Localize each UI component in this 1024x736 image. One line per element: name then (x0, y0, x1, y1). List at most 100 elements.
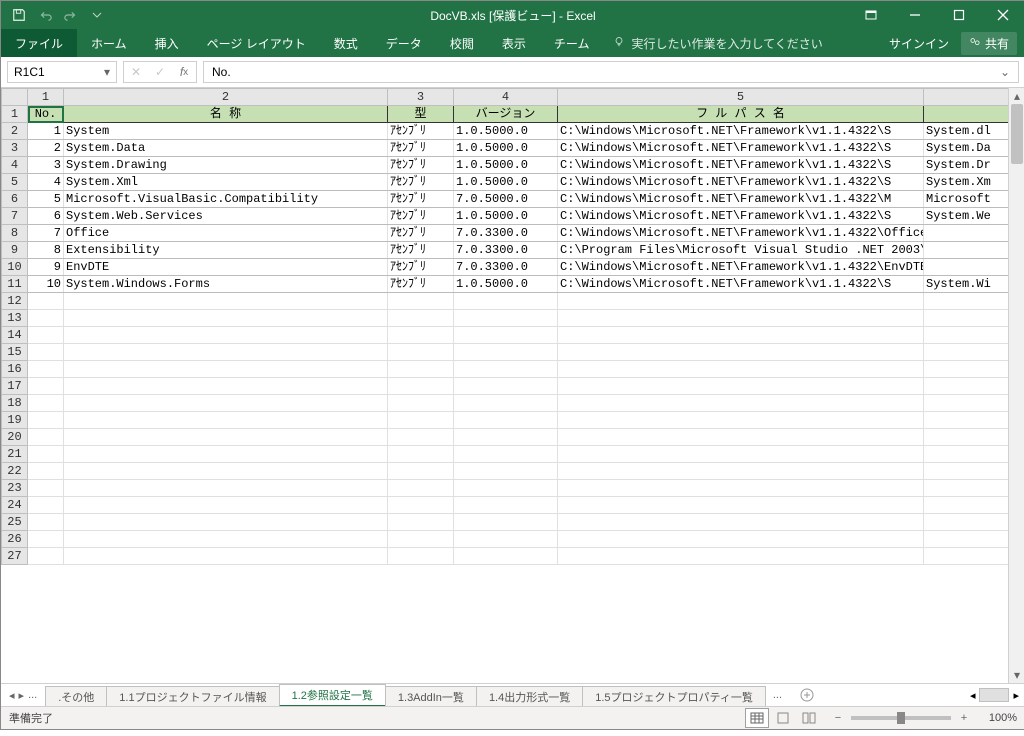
header-cell[interactable]: 型 (388, 106, 454, 123)
column-header[interactable]: 1 (28, 89, 64, 106)
cell[interactable]: 7.0.3300.0 (454, 242, 558, 259)
cell[interactable]: ｱｾﾝﾌﾞﾘ (388, 191, 454, 208)
cell[interactable] (388, 310, 454, 327)
cell[interactable] (454, 463, 558, 480)
cell[interactable]: C:\Windows\Microsoft.NET\Framework\v1.1.… (558, 157, 924, 174)
cell[interactable] (388, 412, 454, 429)
ribbon-tab-1[interactable]: 挿入 (141, 29, 193, 57)
row-header[interactable]: 26 (2, 531, 28, 548)
cell[interactable] (388, 395, 454, 412)
cell[interactable] (388, 446, 454, 463)
page-layout-view-button[interactable] (771, 708, 795, 728)
row-header[interactable]: 3 (2, 140, 28, 157)
row-header[interactable]: 10 (2, 259, 28, 276)
column-header[interactable]: 4 (454, 89, 558, 106)
cell[interactable] (64, 310, 388, 327)
scroll-down-icon[interactable]: ▾ (1009, 667, 1024, 683)
ribbon-tab-3[interactable]: 数式 (320, 29, 372, 57)
tab-ellipsis[interactable]: ... (28, 689, 37, 701)
formula-input[interactable]: No. ⌄ (203, 61, 1019, 83)
cell[interactable] (64, 463, 388, 480)
cell[interactable] (388, 497, 454, 514)
cell[interactable] (64, 361, 388, 378)
vertical-scrollbar[interactable]: ▴ ▾ (1008, 88, 1024, 683)
cell[interactable] (64, 412, 388, 429)
save-button[interactable] (7, 4, 31, 26)
sheet-tab[interactable]: 1.1プロジェクトファイル情報 (106, 686, 279, 706)
cell[interactable] (454, 293, 558, 310)
page-break-view-button[interactable] (797, 708, 821, 728)
scroll-thumb[interactable] (1011, 104, 1023, 164)
cell[interactable]: System.Da (924, 140, 1009, 157)
sign-in-link[interactable]: サインイン (889, 35, 949, 52)
cell[interactable]: 1.0.5000.0 (454, 208, 558, 225)
cell[interactable]: Office (64, 225, 388, 242)
cell[interactable] (558, 429, 924, 446)
cell[interactable]: System (64, 123, 388, 140)
cell[interactable]: 1.0.5000.0 (454, 276, 558, 293)
cell[interactable] (454, 531, 558, 548)
sheet-tab[interactable]: .その他 (45, 686, 107, 706)
cell[interactable]: 1.0.5000.0 (454, 123, 558, 140)
row-header[interactable]: 7 (2, 208, 28, 225)
name-box[interactable]: R1C1 ▾ (7, 61, 117, 83)
cell[interactable] (454, 361, 558, 378)
cell[interactable] (454, 480, 558, 497)
cell[interactable] (924, 242, 1009, 259)
cell[interactable] (454, 344, 558, 361)
cell[interactable] (924, 378, 1009, 395)
hscroll-left-icon[interactable]: ◂ (970, 689, 976, 702)
cell[interactable] (388, 480, 454, 497)
cell[interactable]: ｱｾﾝﾌﾞﾘ (388, 157, 454, 174)
row-header[interactable]: 17 (2, 378, 28, 395)
cell[interactable] (558, 361, 924, 378)
cell[interactable] (924, 463, 1009, 480)
cell[interactable]: System.Windows.Forms (64, 276, 388, 293)
row-header[interactable]: 21 (2, 446, 28, 463)
cell[interactable] (64, 514, 388, 531)
sheet-tab[interactable]: 1.5プロジェクトプロパティ一覧 (582, 686, 766, 706)
cell[interactable] (558, 514, 924, 531)
cell[interactable] (388, 531, 454, 548)
row-header[interactable]: 25 (2, 514, 28, 531)
cell[interactable] (454, 446, 558, 463)
cell[interactable]: ｱｾﾝﾌﾞﾘ (388, 174, 454, 191)
cell[interactable]: ｱｾﾝﾌﾞﾘ (388, 259, 454, 276)
cell[interactable] (388, 378, 454, 395)
cell[interactable] (28, 480, 64, 497)
cell[interactable] (388, 293, 454, 310)
cell[interactable]: System.dl (924, 123, 1009, 140)
cell[interactable]: Microsoft (924, 191, 1009, 208)
cell[interactable]: ｱｾﾝﾌﾞﾘ (388, 208, 454, 225)
cell[interactable] (28, 395, 64, 412)
cell[interactable] (28, 378, 64, 395)
cell[interactable]: C:\Windows\Microsoft.NET\Framework\v1.1.… (558, 276, 924, 293)
cancel-formula-button[interactable]: ✕ (124, 65, 148, 79)
cell[interactable] (924, 531, 1009, 548)
header-cell[interactable]: フ ル パ ス 名 (558, 106, 924, 123)
cell[interactable] (558, 446, 924, 463)
scroll-up-icon[interactable]: ▴ (1009, 88, 1024, 104)
row-header[interactable]: 2 (2, 123, 28, 140)
cell[interactable] (64, 497, 388, 514)
cell[interactable]: C:\Windows\Microsoft.NET\Framework\v1.1.… (558, 191, 924, 208)
ribbon-tab-5[interactable]: 校閲 (436, 29, 488, 57)
minimize-button[interactable] (893, 1, 937, 29)
cell[interactable] (924, 327, 1009, 344)
ribbon-tab-6[interactable]: 表示 (488, 29, 540, 57)
tab-trailing-ellipsis[interactable]: ... (765, 687, 790, 703)
row-header[interactable]: 27 (2, 548, 28, 565)
row-header[interactable]: 22 (2, 463, 28, 480)
cell[interactable]: C:\Windows\Microsoft.NET\Framework\v1.1.… (558, 225, 924, 242)
cell[interactable] (924, 310, 1009, 327)
close-button[interactable] (981, 1, 1024, 29)
ribbon-display-options-button[interactable] (849, 1, 893, 29)
cell[interactable]: 7.0.3300.0 (454, 225, 558, 242)
cell[interactable]: C:\Windows\Microsoft.NET\Framework\v1.1.… (558, 123, 924, 140)
qat-customize-icon[interactable] (85, 4, 109, 26)
cell[interactable] (28, 446, 64, 463)
row-header[interactable]: 5 (2, 174, 28, 191)
cell[interactable]: System.We (924, 208, 1009, 225)
sheet-tab[interactable]: 1.4出力形式一覧 (476, 686, 583, 706)
cell[interactable]: 7 (28, 225, 64, 242)
